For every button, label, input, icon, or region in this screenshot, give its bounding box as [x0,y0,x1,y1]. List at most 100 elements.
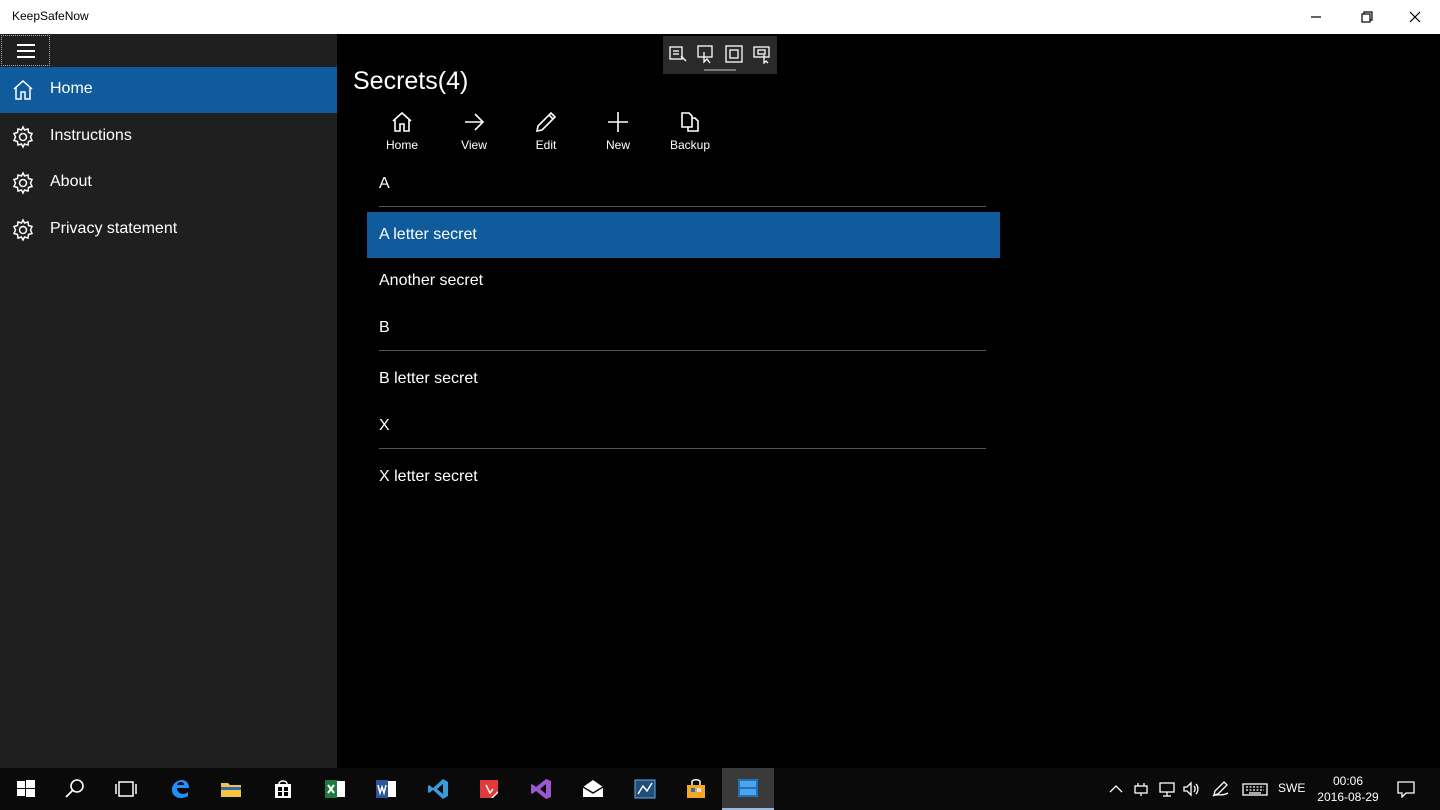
divider [379,448,986,449]
input-language-indicator[interactable]: SWE [1278,781,1305,795]
home-button[interactable]: Home [372,110,432,158]
search-button[interactable] [49,768,101,810]
gear-icon [11,125,35,149]
keepsafenow-taskbar-button[interactable] [722,768,774,810]
plus-icon [606,110,630,134]
vscode-icon [428,779,448,799]
command-label: New [605,138,630,152]
window-title: KeepSafeNow [12,9,89,23]
secret-name: X letter secret [379,468,478,485]
acrobat-icon [480,780,498,798]
sidebar-item-home[interactable]: Home [0,67,337,113]
notification-icon [1397,781,1415,798]
clock[interactable]: 00:06 2016-08-29 [1310,773,1386,805]
tray-volume-button[interactable] [1180,768,1202,810]
tray-network-button[interactable] [1156,768,1178,810]
sidebar-item-privacy-statement[interactable]: Privacy statement [0,207,337,253]
word-taskbar-button[interactable] [360,768,412,810]
clock-time: 00:06 [1332,774,1364,788]
backup-button[interactable]: Backup [660,110,720,158]
tray-keyboard-button[interactable] [1241,768,1269,810]
close-icon [1409,11,1421,23]
edit-button[interactable]: Edit [516,110,576,158]
home-icon [11,78,35,102]
start-button[interactable] [0,768,52,810]
list-item[interactable]: Another secret [367,258,1000,304]
store-bag-taskbar-button[interactable] [670,768,722,810]
power-plug-icon [1134,783,1148,796]
group-header-x[interactable]: X [367,406,987,454]
secret-name: Another secret [379,272,484,289]
edge-taskbar-button[interactable] [154,768,206,810]
hamburger-icon [16,43,35,58]
pencil-icon [534,110,558,134]
acrobat-taskbar-button[interactable] [463,768,515,810]
group-letter: X [379,417,390,434]
list-item[interactable]: X letter secret [367,454,1000,500]
store-bag-icon [687,779,705,798]
sidebar-item-label: About [50,173,92,190]
sidebar: Home Instructions About Privacy statemen… [0,34,337,768]
app-icon [634,779,656,799]
debug-toolbar [663,36,777,74]
file-explorer-icon [221,783,241,797]
group-header-b[interactable]: B [367,308,987,356]
volume-icon [1183,781,1199,797]
clock-date: 2016-08-29 [1317,790,1379,804]
list-item[interactable]: A letter secret [367,212,1000,258]
pointer-icon[interactable] [696,44,716,64]
gear-icon [11,171,35,195]
command-label: Home [385,138,418,152]
word-icon [376,780,396,798]
restore-button[interactable] [1344,0,1390,34]
home-icon [390,110,414,134]
secret-name: A letter secret [379,226,477,243]
list-item[interactable]: B letter secret [367,356,1000,402]
hamburger-button[interactable] [1,35,50,66]
pen-workspace-icon [1212,781,1229,797]
visual-studio-taskbar-button[interactable] [515,768,567,810]
secret-name: B letter secret [379,370,478,387]
show-hidden-icons-button[interactable] [1106,768,1126,810]
task-view-button[interactable] [100,768,152,810]
view-button[interactable]: View [444,110,504,158]
action-center-button[interactable] [1392,768,1420,810]
divider [379,206,986,207]
command-label: Edit [535,138,557,152]
group-letter: B [379,319,390,336]
visual-studio-icon [531,779,551,799]
store-icon [275,780,291,798]
vscode-taskbar-button[interactable] [412,768,464,810]
search-icon [65,779,84,798]
sidebar-item-instructions[interactable]: Instructions [0,114,337,160]
excel-icon [325,780,345,798]
file-explorer-taskbar-button[interactable] [205,768,257,810]
tray-pen-button[interactable] [1210,768,1232,810]
tray-power-button[interactable] [1130,768,1152,810]
sidebar-item-about[interactable]: About [0,160,337,206]
track-focus-icon[interactable] [752,44,772,65]
chevron-up-icon [1109,785,1123,793]
command-label: View [461,138,487,152]
new-button[interactable]: New [588,110,648,158]
command-label: Backup [669,138,711,152]
taskbar: SWE 00:06 2016-08-29 [0,768,1440,810]
mail-taskbar-button[interactable] [567,768,619,810]
minimize-button[interactable] [1293,0,1339,34]
main-content: Secrets(4) Home View Edit New Backup A A [337,34,1440,768]
mail-icon [582,780,604,797]
excel-taskbar-button[interactable] [309,768,361,810]
group-header-a[interactable]: A [367,164,987,212]
store-taskbar-button[interactable] [257,768,309,810]
close-button[interactable] [1392,0,1438,34]
gear-icon [11,218,35,242]
network-icon [1159,782,1175,797]
select-element-icon[interactable] [668,44,688,64]
layout-bounds-icon[interactable] [724,44,744,64]
title-bar: KeepSafeNow [0,0,1440,34]
toolbar-grip[interactable] [704,69,736,71]
app-taskbar-button[interactable] [619,768,671,810]
sidebar-item-label: Instructions [50,127,132,144]
minimize-icon [1311,16,1321,18]
divider [379,350,986,351]
